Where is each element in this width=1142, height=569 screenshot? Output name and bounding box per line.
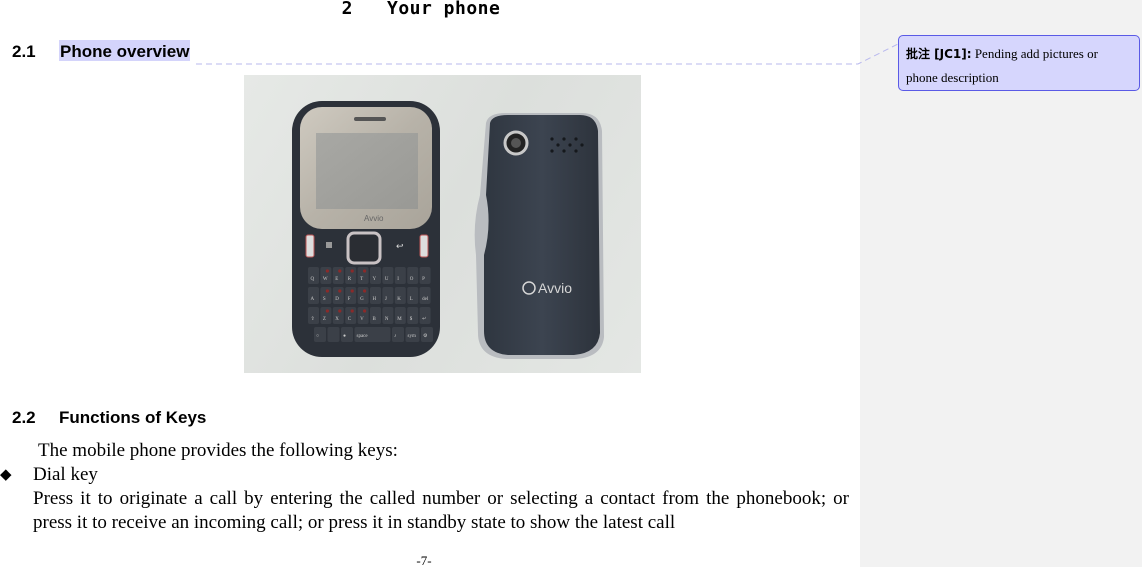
document-page: 2 Your phone 2.1 Phone overview Avvio ↩ …	[0, 0, 860, 568]
keyboard-key-label: V	[360, 317, 364, 322]
keyboard-key-label: Q	[311, 277, 315, 282]
dial-key-description: Press it to originate a call by entering…	[33, 488, 849, 533]
keyboard-key-label: A	[311, 297, 315, 302]
keyboard-key-label: U	[385, 277, 389, 282]
keyboard-key-label: K	[397, 297, 401, 302]
keyboard-key-label: M	[397, 317, 402, 322]
phone-photo-graphic: Avvio ↩ Q W E R T Y U I O PA S D F G H J K Ldel⇧ Z X C V B N M $ ↵…	[292, 101, 604, 359]
number-key-dot	[350, 309, 354, 313]
keyboard-key-label: ○	[316, 334, 319, 339]
bullet-label-dial-key: Dial key	[33, 464, 98, 485]
keyboard-key-label: F	[348, 297, 351, 302]
phone-back: Avvio	[474, 113, 604, 359]
comment-balloon[interactable]: 批注 [JC1]: Pending add pictures or phone …	[898, 35, 1140, 91]
number-key-dot	[325, 289, 329, 293]
end-key	[419, 234, 429, 258]
number-key-dot	[325, 269, 329, 273]
section-number: 2.1	[12, 42, 36, 61]
keyboard-key-label: S	[323, 297, 326, 302]
keyboard-key-label: Y	[373, 277, 377, 282]
keyboard-key-label: ●	[343, 334, 346, 339]
dial-key	[305, 234, 315, 258]
diamond-bullet-icon: ◆	[0, 467, 12, 483]
phone-back-case	[484, 115, 600, 355]
comment-author: 批注 [JC1]:	[906, 47, 972, 61]
number-key-dot	[363, 289, 367, 293]
section-title: Functions of Keys	[59, 408, 207, 427]
keyboard-key-label: del	[422, 297, 429, 302]
intro-paragraph: The mobile phone provides the following …	[38, 440, 398, 461]
section-heading-phone-overview: 2.1 Phone overview	[12, 40, 191, 62]
keyboard-key-label: ↵	[422, 316, 426, 322]
keyboard-key-label: J	[385, 297, 387, 302]
keyboard-key-label: ⇧	[311, 316, 315, 322]
number-key-dot	[338, 309, 342, 313]
front-brand-logo: Avvio	[364, 214, 384, 223]
keyboard-key-label: E	[335, 277, 338, 282]
back-brand-logo: Avvio	[538, 280, 572, 296]
number-key-dot	[338, 269, 342, 273]
keyboard-key-label: H	[373, 297, 377, 302]
number-key-dot	[338, 289, 342, 293]
phone-front: Avvio ↩ Q W E R T Y U I O PA S D F G H J K Ldel⇧ Z X C V B N M $ ↵…	[292, 101, 440, 357]
navigation-key	[346, 231, 382, 265]
number-key-dot	[350, 269, 354, 273]
keyboard-key-label: P	[422, 277, 425, 282]
keyboard-key-label: L	[410, 297, 413, 302]
commented-text-highlight[interactable]: Phone overview	[59, 40, 191, 61]
keyboard-key-label: Z	[323, 317, 326, 322]
keyboard-key-label: N	[385, 317, 389, 322]
keyboard-key-label: O	[410, 277, 414, 282]
number-key-dot	[363, 309, 367, 313]
keyboard-key-label: G	[360, 297, 364, 302]
keyboard-key-label: T	[360, 277, 363, 282]
phone-screen	[316, 133, 418, 209]
keyboard-key-label: X	[335, 317, 339, 322]
keyboard-key-label: W	[323, 277, 328, 282]
number-key-dot	[350, 289, 354, 293]
chapter-title: 2 Your phone	[341, 0, 501, 19]
number-key-dot	[363, 269, 367, 273]
back-key-icon: ↩	[396, 241, 404, 251]
keyboard-key-label: sym	[408, 334, 416, 339]
keyboard-key-label: D	[335, 297, 339, 302]
phone-photo: Avvio ↩ Q W E R T Y U I O P A S D F G H J K Ldel ⇧ Z X C V B N M $ ↵…	[244, 75, 641, 373]
section-number: 2.2	[12, 408, 36, 427]
number-key-dot	[325, 309, 329, 313]
section-heading-functions-of-keys: 2.2 Functions of Keys	[12, 408, 206, 428]
keyboard-key-label: ⚙	[423, 333, 428, 339]
menu-key-icon	[326, 242, 332, 248]
keyboard-key-label: space	[357, 334, 369, 339]
keyboard-key	[327, 327, 340, 342]
earpiece-icon	[354, 117, 386, 121]
